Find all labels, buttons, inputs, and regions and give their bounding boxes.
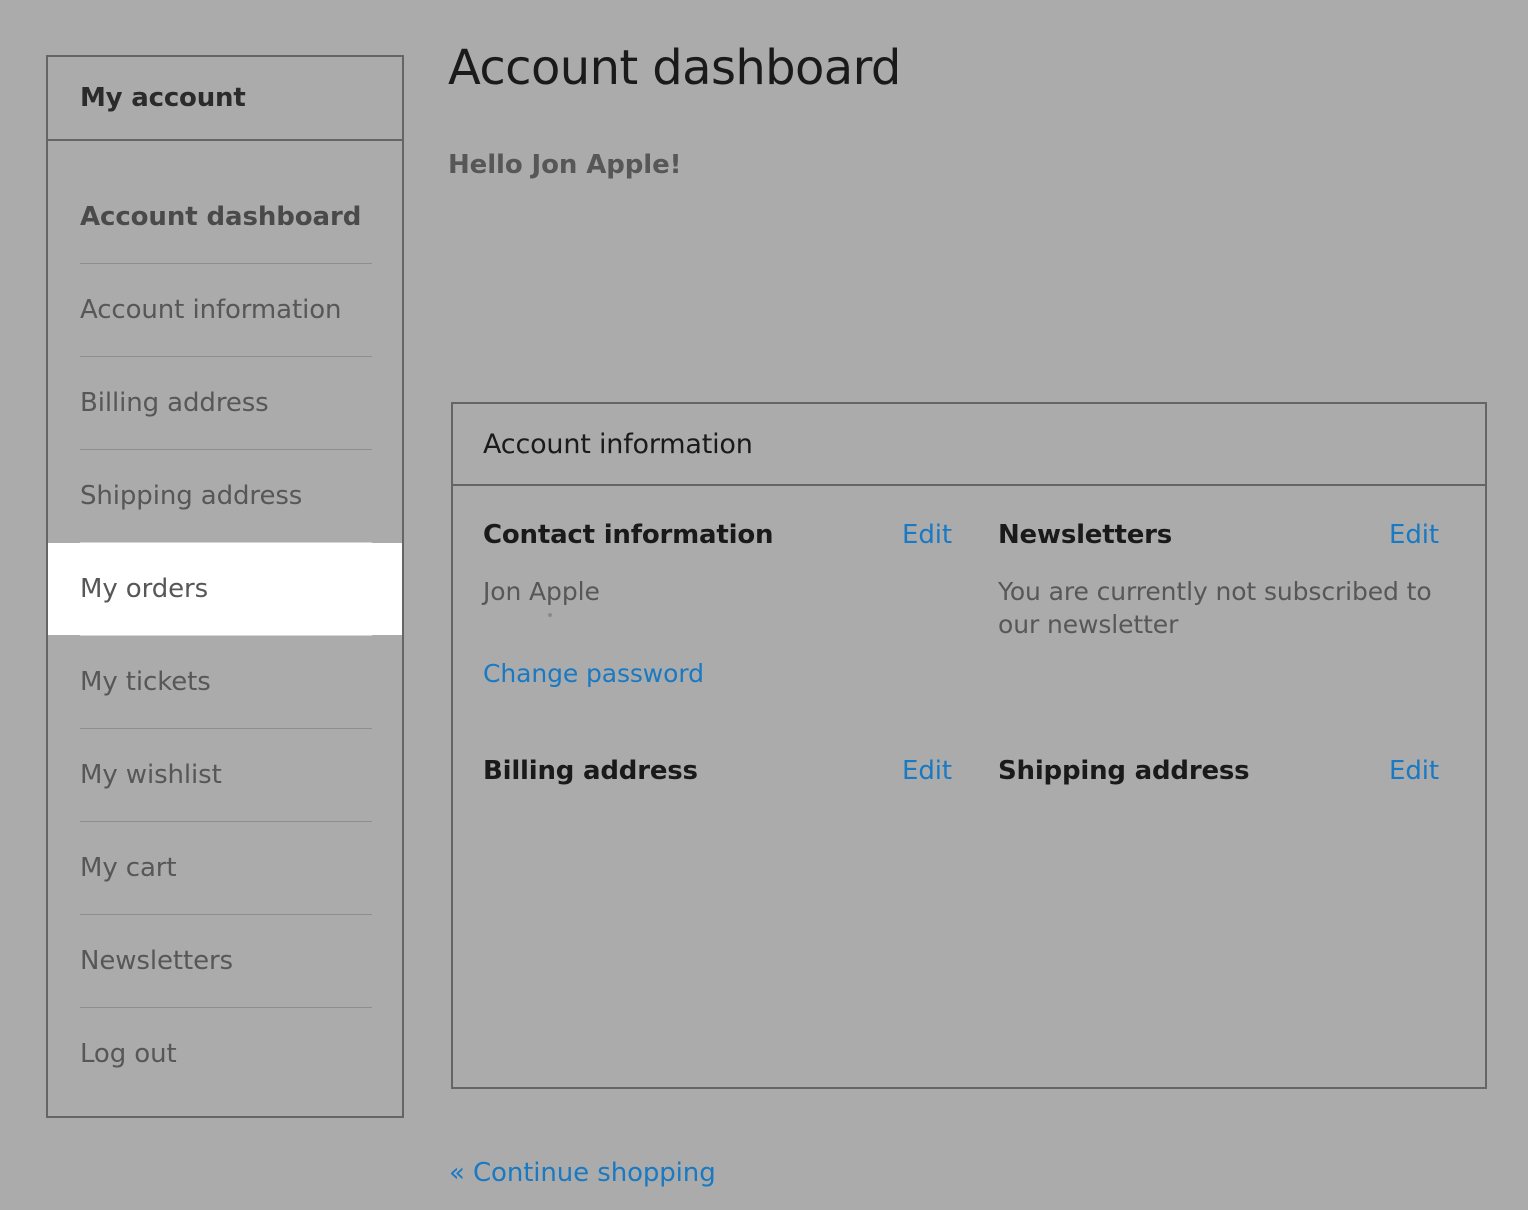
panel-body: Contact information Edit Jon Apple Chang… bbox=[453, 486, 1485, 812]
sidebar-item-label: Account information bbox=[80, 295, 342, 325]
sidebar-item-label: Account dashboard bbox=[80, 202, 362, 232]
sidebar-item-account-information[interactable]: Account information bbox=[48, 264, 402, 356]
main-content: Account dashboard Hello Jon Apple! bbox=[448, 40, 1488, 180]
continue-shopping-link[interactable]: « Continue shopping bbox=[449, 1158, 716, 1188]
edit-billing-address-link[interactable]: Edit bbox=[902, 756, 952, 786]
sidebar-item-label: My wishlist bbox=[80, 760, 222, 790]
shipping-address-block: Shipping address Edit bbox=[970, 756, 1457, 812]
account-information-panel: Account information Contact information … bbox=[451, 402, 1487, 1089]
address-row: Billing address Edit Shipping address Ed… bbox=[483, 756, 1457, 812]
sidebar-item-label: My tickets bbox=[80, 667, 211, 697]
billing-address-title: Billing address bbox=[483, 755, 698, 786]
sidebar-item-label: My orders bbox=[80, 574, 209, 604]
sidebar-item-label: My cart bbox=[80, 853, 177, 883]
newsletters-status: You are currently not subscribed to our … bbox=[998, 577, 1432, 639]
sidebar-item-label: Newsletters bbox=[80, 946, 233, 976]
panel-header: Account information bbox=[453, 404, 1485, 486]
sidebar-item-log-out[interactable]: Log out bbox=[48, 1008, 402, 1100]
newsletters-head: Newsletters Edit bbox=[998, 520, 1457, 550]
sidebar-nav: Account dashboard Account information Bill… bbox=[48, 141, 402, 1100]
change-password-link[interactable]: Change password bbox=[483, 659, 704, 688]
sidebar-item-my-cart[interactable]: My cart bbox=[48, 822, 402, 914]
edit-newsletters-link[interactable]: Edit bbox=[1389, 520, 1439, 550]
sidebar-item-shipping-address[interactable]: Shipping address bbox=[48, 450, 402, 542]
edit-contact-information-link[interactable]: Edit bbox=[902, 520, 952, 550]
panel-title: Account information bbox=[483, 428, 753, 460]
shipping-address-head: Shipping address Edit bbox=[998, 756, 1457, 786]
shipping-address-title: Shipping address bbox=[998, 755, 1250, 786]
sidebar-item-label: Billing address bbox=[80, 388, 269, 418]
page-title: Account dashboard bbox=[448, 40, 901, 96]
contact-secondary-line-marker bbox=[548, 612, 552, 617]
contact-information-block: Contact information Edit Jon Apple Chang… bbox=[483, 520, 970, 688]
contact-newsletter-row: Contact information Edit Jon Apple Chang… bbox=[483, 520, 1457, 688]
sidebar-item-account-dashboard[interactable]: Account dashboard bbox=[48, 171, 402, 263]
contact-information-content: Jon Apple bbox=[483, 576, 970, 617]
sidebar-header-title: My account bbox=[80, 83, 246, 113]
billing-address-head: Billing address Edit bbox=[483, 756, 970, 786]
page-footer: « Continue shopping bbox=[449, 1158, 716, 1188]
contact-name: Jon Apple bbox=[483, 577, 600, 606]
sidebar-header: My account bbox=[48, 57, 402, 141]
sidebar-item-my-orders[interactable]: My orders bbox=[48, 543, 402, 635]
edit-shipping-address-link[interactable]: Edit bbox=[1389, 756, 1439, 786]
contact-information-head: Contact information Edit bbox=[483, 520, 970, 550]
newsletters-title: Newsletters bbox=[998, 520, 1173, 550]
newsletters-block: Newsletters Edit You are currently not s… bbox=[970, 520, 1457, 688]
sidebar-item-label: Shipping address bbox=[80, 481, 303, 511]
contact-information-title: Contact information bbox=[483, 520, 774, 550]
change-password-wrap: Change password bbox=[483, 659, 970, 688]
sidebar-item-billing-address[interactable]: Billing address bbox=[48, 357, 402, 449]
sidebar-item-newsletters[interactable]: Newsletters bbox=[48, 915, 402, 1007]
billing-address-block: Billing address Edit bbox=[483, 756, 970, 812]
sidebar-item-my-wishlist[interactable]: My wishlist bbox=[48, 729, 402, 821]
account-sidebar: My account Account dashboard Account info… bbox=[46, 55, 404, 1118]
sidebar-item-my-tickets[interactable]: My tickets bbox=[48, 636, 402, 728]
greeting-text: Hello Jon Apple! bbox=[448, 149, 682, 180]
sidebar-item-label: Log out bbox=[80, 1039, 177, 1069]
